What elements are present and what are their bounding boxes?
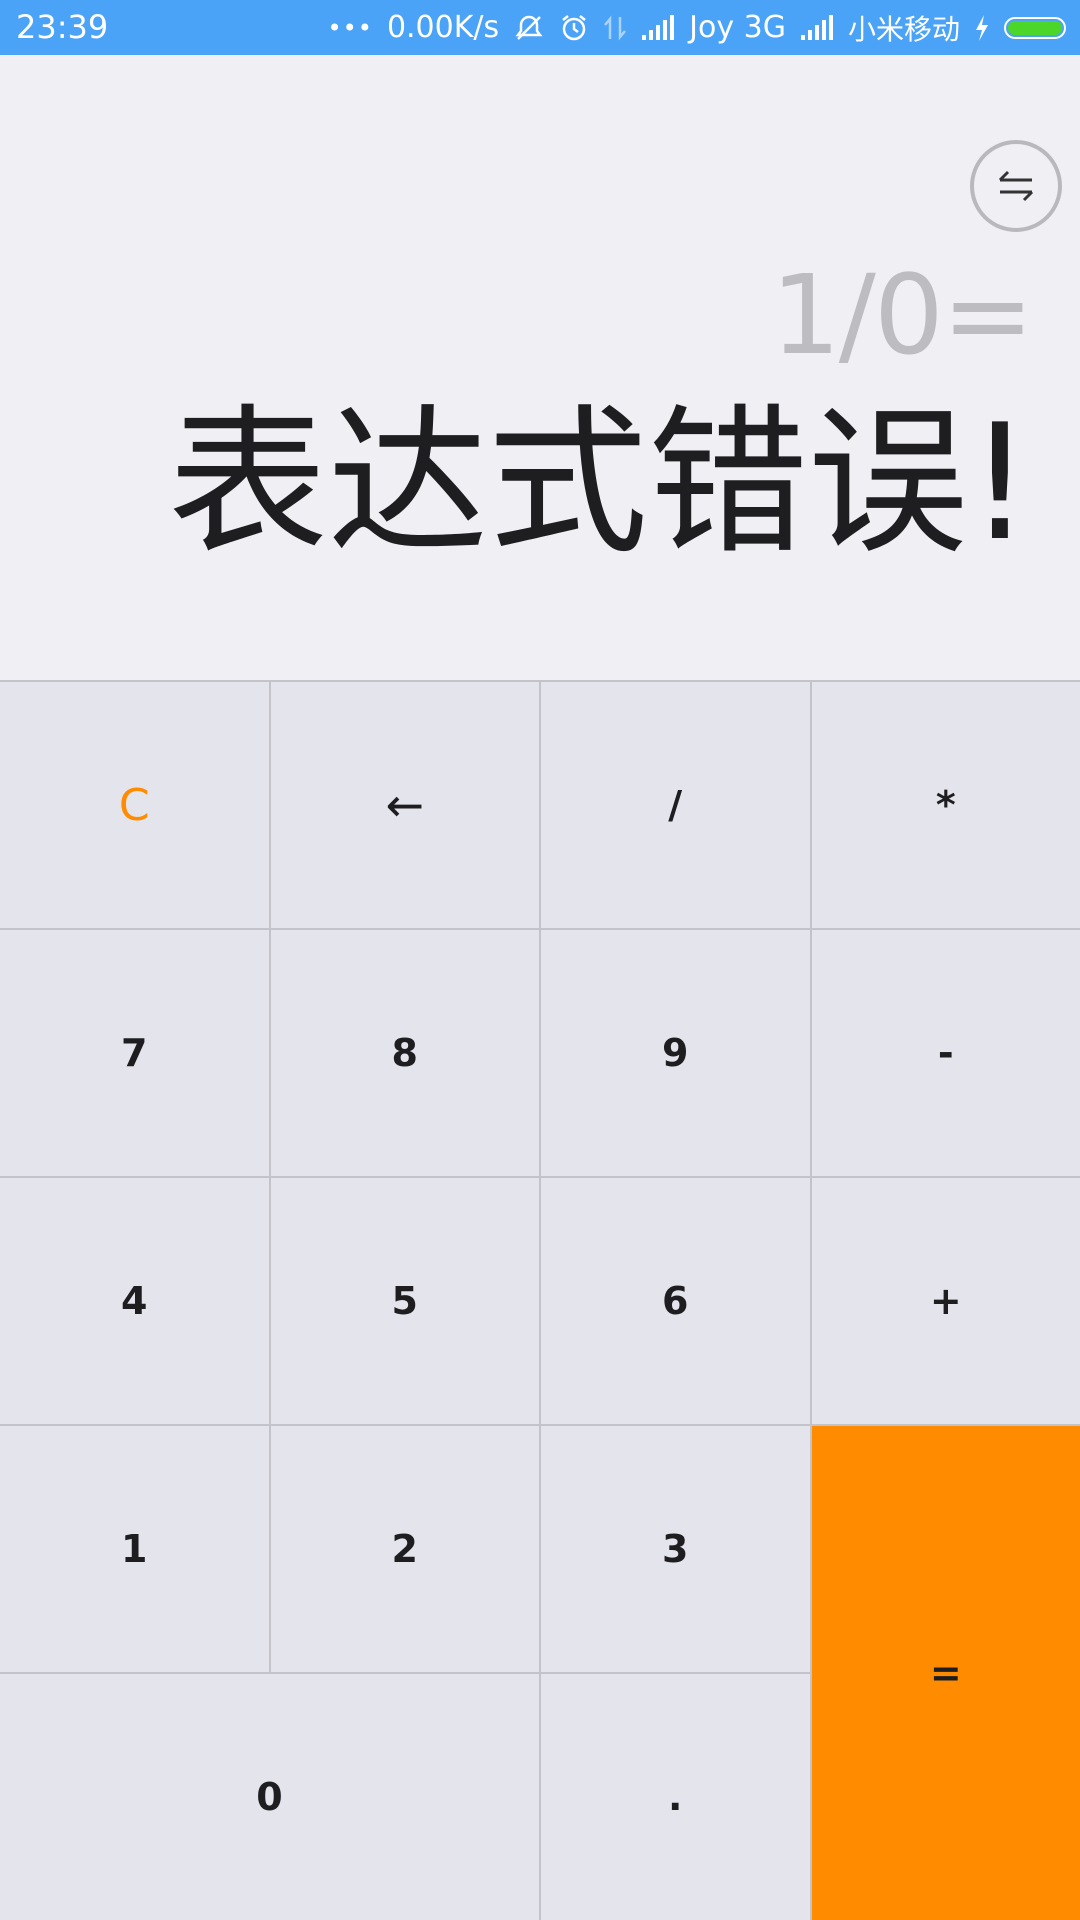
calculator-display: 1/0= 表达式错误! <box>0 55 1080 680</box>
network-speed: 0.00K/s <box>386 10 500 45</box>
multiply-button[interactable]: * <box>811 682 1080 928</box>
digit-0-button[interactable]: 0 <box>0 1674 539 1920</box>
digit-9-button[interactable]: 9 <box>541 930 810 1176</box>
status-right: ••• 0.00K/s Joy 3G 小米移动 <box>327 0 1066 55</box>
decimal-point-button[interactable]: . <box>541 1674 810 1920</box>
more-notifications-icon: ••• <box>327 13 373 42</box>
expression-text: 1/0= <box>770 251 1034 379</box>
mute-vibrate-icon <box>513 12 545 44</box>
clear-button[interactable]: C <box>0 682 269 928</box>
equals-button[interactable]: = <box>811 1426 1080 1920</box>
digit-5-button[interactable]: 5 <box>270 1178 539 1424</box>
digit-2-button[interactable]: 2 <box>270 1426 539 1672</box>
backspace-button[interactable]: ← <box>270 682 539 928</box>
swap-arrows-icon <box>998 170 1034 202</box>
minus-button[interactable]: - <box>811 930 1080 1176</box>
result-text: 表达式错误! <box>167 389 1032 576</box>
digit-8-button[interactable]: 8 <box>270 930 539 1176</box>
battery-icon <box>1004 16 1066 39</box>
plus-button[interactable]: + <box>811 1178 1080 1424</box>
digit-3-button[interactable]: 3 <box>541 1426 810 1672</box>
status-bar: 23:39 ••• 0.00K/s Joy 3G 小米移动 <box>0 0 1080 55</box>
carrier-1: Joy 3G <box>689 10 786 45</box>
carrier-2: 小米移动 <box>847 12 960 46</box>
digit-1-button[interactable]: 1 <box>0 1426 269 1672</box>
status-time: 23:39 <box>16 8 109 46</box>
data-arrows-icon <box>603 13 627 43</box>
charging-icon <box>974 14 990 42</box>
digit-7-button[interactable]: 7 <box>0 930 269 1176</box>
keypad: C ← / * 7 8 9 - 4 5 6 + 1 2 3 = 0 . <box>0 680 1080 1920</box>
digit-6-button[interactable]: 6 <box>541 1178 810 1424</box>
alarm-icon <box>559 13 589 43</box>
digit-4-button[interactable]: 4 <box>0 1178 269 1424</box>
battery-level <box>1008 20 1062 35</box>
divide-button[interactable]: / <box>541 682 810 928</box>
switch-mode-button[interactable] <box>970 140 1062 232</box>
signal-icon <box>641 14 675 41</box>
signal-icon <box>800 14 834 41</box>
